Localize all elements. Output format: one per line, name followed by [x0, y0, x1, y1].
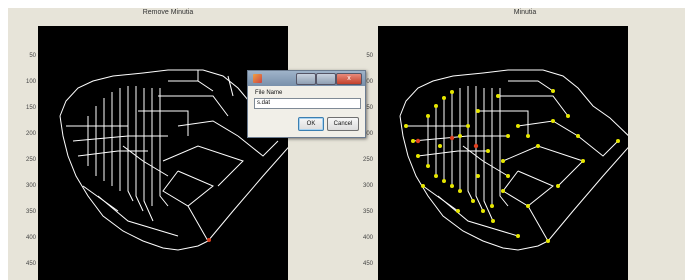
left-plot-title: Remove Minutia: [142, 9, 194, 16]
y-tick-label: 300: [25, 183, 36, 189]
y-tick-label: 200: [25, 131, 36, 137]
y-tick-label: 350: [362, 209, 373, 215]
y-tick-label: 50: [29, 53, 36, 59]
close-icon: x: [347, 75, 351, 82]
y-tick-label: 350: [25, 209, 36, 215]
right-plot-title: Minutia: [513, 9, 537, 16]
file-name-input[interactable]: s.dat: [254, 98, 361, 109]
matlab-logo-icon: [253, 74, 262, 83]
ok-button[interactable]: OK: [298, 117, 324, 131]
close-button[interactable]: x: [336, 73, 362, 85]
y-tick-label: 250: [362, 157, 373, 163]
y-tick-label: 250: [25, 157, 36, 163]
minimize-button[interactable]: [296, 73, 316, 85]
dialog-titlebar[interactable]: x: [248, 71, 365, 86]
matlab-figure-window: Remove Minutia 50 100 150 200 250 300 35…: [8, 8, 685, 280]
fingerprint-skeleton-image: [59, 69, 288, 251]
file-name-dialog[interactable]: x File Name s.dat OK Cancel: [247, 70, 366, 138]
fingerprint-minutia-image: [399, 69, 628, 251]
file-name-label: File Name: [255, 90, 283, 96]
y-tick-label: 450: [362, 261, 373, 267]
y-tick-label: 400: [362, 235, 373, 241]
y-tick-label: 450: [25, 261, 36, 267]
y-tick-label: 100: [25, 79, 36, 85]
y-tick-label: 400: [25, 235, 36, 241]
y-tick-label: 50: [366, 53, 373, 59]
right-fingerprint-plot[interactable]: [378, 26, 628, 280]
cancel-button[interactable]: Cancel: [327, 117, 359, 131]
maximize-button[interactable]: [316, 73, 336, 85]
left-fingerprint-plot[interactable]: [38, 26, 288, 280]
y-tick-label: 150: [25, 105, 36, 111]
y-tick-label: 300: [362, 183, 373, 189]
